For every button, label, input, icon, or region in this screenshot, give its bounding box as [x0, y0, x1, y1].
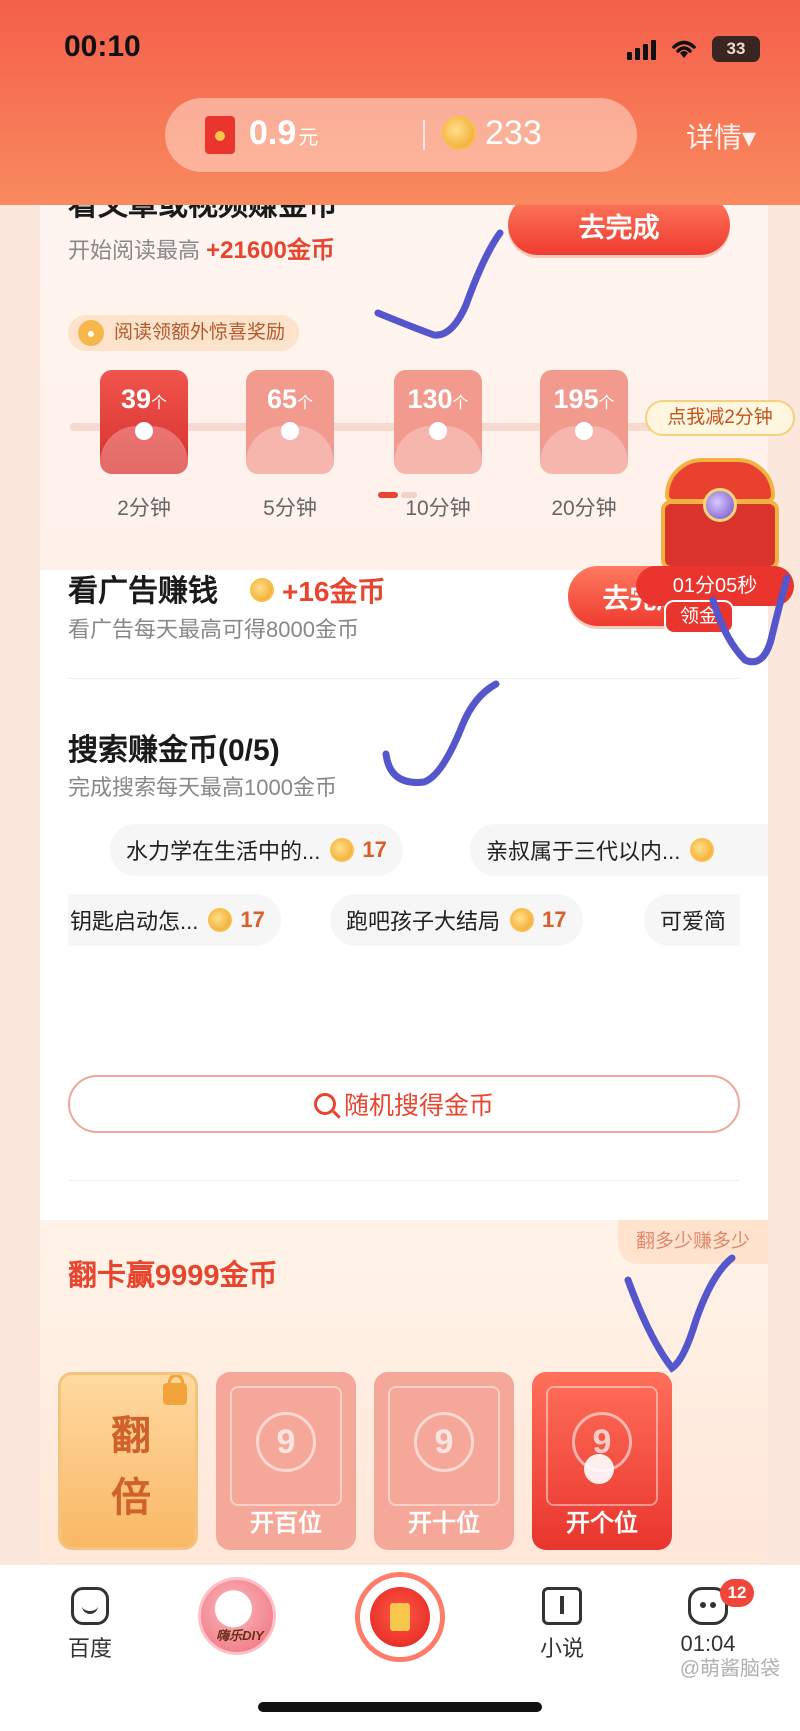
tab-label: 百度: [67, 1636, 112, 1661]
envelope-amount: 39个: [120, 384, 168, 414]
bonus-tag-label: 阅读领额外惊喜奖励: [114, 322, 286, 343]
unread-badge: 12: [720, 1579, 754, 1607]
search-chip[interactable]: 钥匙启动怎... 17: [68, 894, 281, 946]
cash-value: 0.9: [249, 114, 297, 152]
tab-messages[interactable]: 12 01:04: [658, 1575, 758, 1657]
envelope-seal: [429, 422, 447, 440]
flip-card-section: 翻卡赢9999金币 翻多少赚多少 翻倍 9 开百位 9 开十位 9 开个位: [40, 1220, 768, 1570]
coin-icon: [330, 838, 355, 862]
envelope-time: 2分钟: [117, 497, 171, 520]
envelope-amount: 65个: [266, 384, 314, 414]
envelope-seal: [281, 422, 299, 440]
coin-icon: [510, 908, 535, 932]
tap-hand-icon: [584, 1454, 614, 1484]
envelope-time: 5分钟: [263, 497, 317, 520]
tab-label: 小说: [539, 1636, 584, 1661]
baidu-face-icon: [71, 1587, 109, 1625]
carousel-pager: [378, 492, 417, 498]
coin-icon: [690, 838, 715, 862]
envelope-seal: [575, 422, 593, 440]
watermark: @萌酱脑袋: [679, 1658, 780, 1680]
search-subtitle: 完成搜索每天最高1000金币: [68, 775, 337, 800]
search-chip[interactable]: 水力学在生活中的... 17: [110, 824, 403, 876]
card-label: 开个位: [566, 1510, 638, 1537]
search-icon: [313, 1093, 336, 1115]
read-subtitle-bonus: +21600金币: [206, 237, 335, 264]
read-subtitle: 开始阅读最高 +21600金币: [68, 230, 335, 265]
top-header: 00:10 33 0.9 元 233 详情▾: [0, 0, 800, 205]
card-digit: 9: [414, 1412, 474, 1472]
reduce-time-tag[interactable]: 点我减2分钟: [645, 400, 795, 436]
tab-baidu[interactable]: 百度: [40, 1575, 140, 1663]
coin-icon: [250, 578, 274, 602]
task-card: 看文章或视频赚金币 开始阅读最高 +21600金币 去完成 ● 阅读领额外惊喜奖励…: [40, 150, 768, 1570]
divider: [68, 678, 740, 679]
book-icon: [542, 1587, 582, 1625]
avatar[interactable]: 嗨乐DIY: [198, 1577, 276, 1655]
tab-novel[interactable]: 小说: [512, 1575, 612, 1663]
coin-balance: 233: [485, 114, 542, 152]
claim-gold-button[interactable]: 领金: [664, 600, 734, 634]
double-card-label: 翻倍: [111, 1414, 151, 1520]
red-packet-icon: [205, 116, 235, 154]
ad-subtitle: 看广告每天最高可得8000金币: [68, 617, 359, 642]
read-subtitle-prefix: 开始阅读最高: [68, 238, 201, 263]
envelope-time: 20分钟: [551, 497, 617, 520]
paw-icon: ●: [78, 320, 104, 346]
home-indicator[interactable]: [258, 1702, 542, 1712]
status-time: 00:10: [64, 30, 141, 63]
red-packet-icon: [370, 1587, 430, 1647]
card-label: 开百位: [250, 1510, 322, 1537]
ad-reward: +16金币: [250, 570, 386, 610]
cash-balance: 0.9 元: [249, 114, 318, 153]
reward-envelope[interactable]: 130个: [394, 370, 482, 474]
reward-envelope[interactable]: 65个: [246, 370, 334, 474]
wifi-icon: [672, 40, 696, 58]
flip-card[interactable]: 9 开十位: [374, 1372, 514, 1550]
avatar-label: 嗨乐DIY: [216, 1628, 264, 1643]
flip-title: 翻卡赢9999金币: [68, 1260, 278, 1292]
coin-icon: [442, 116, 476, 150]
detail-link[interactable]: 详情▾: [686, 116, 756, 156]
battery-icon: 33: [712, 36, 760, 62]
search-chip[interactable]: 亲叔属于三代以内...: [470, 824, 768, 876]
card-digit: 9: [256, 1412, 316, 1472]
envelope-amount: 130个: [407, 384, 469, 414]
reward-envelope[interactable]: 195个: [540, 370, 628, 474]
cash-unit: 元: [298, 127, 319, 149]
gem-icon: [703, 488, 737, 522]
divider: [68, 1180, 740, 1181]
search-chip[interactable]: 跑吧孩子大结局 17: [330, 894, 583, 946]
card-label: 开十位: [408, 1510, 480, 1537]
red-packet-center-button[interactable]: [355, 1572, 445, 1662]
coin-icon: [208, 908, 233, 932]
pill-divider: [423, 120, 425, 150]
flip-card[interactable]: 9 开个位: [532, 1372, 672, 1550]
search-title: 搜索赚金币(0/5): [68, 734, 280, 767]
flip-corner-label: 翻多少赚多少: [617, 1220, 768, 1264]
bonus-tag: ● 阅读领额外惊喜奖励: [68, 315, 300, 351]
envelope-seal: [135, 422, 153, 440]
flip-card[interactable]: 9 开百位: [216, 1372, 356, 1550]
status-icons: 33: [627, 36, 760, 62]
envelope-amount: 195个: [553, 384, 615, 414]
signal-icon: [627, 38, 656, 60]
search-chip[interactable]: 可爱简: [644, 894, 740, 946]
random-search-button[interactable]: 随机搜得金币: [68, 1075, 740, 1133]
treasure-chest-icon[interactable]: [655, 458, 785, 573]
ad-title: 看广告赚钱: [68, 575, 218, 608]
lock-icon: [163, 1375, 187, 1405]
reward-envelope[interactable]: 39个: [100, 370, 188, 474]
balance-pill[interactable]: 0.9 元 233: [165, 98, 637, 172]
double-card[interactable]: 翻倍: [58, 1372, 198, 1550]
